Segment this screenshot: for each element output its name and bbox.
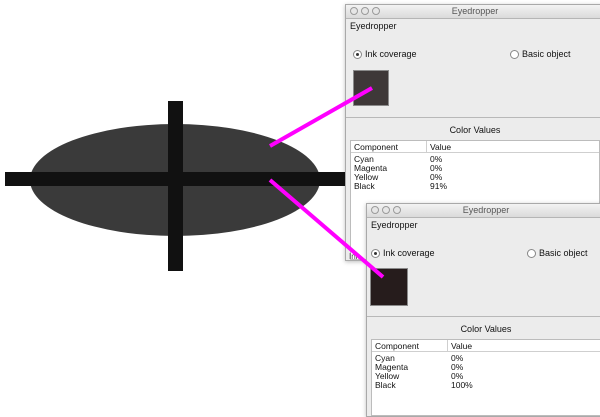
- ink-coverage-label: Ink coverage: [383, 248, 435, 258]
- component-column-header[interactable]: Component: [354, 142, 398, 152]
- value-cell: 100%: [451, 380, 473, 390]
- ink-coverage-radio[interactable]: Ink coverage: [353, 49, 417, 59]
- column-divider: [447, 340, 448, 351]
- divider: [367, 316, 600, 317]
- table-row: Cyan 0%: [351, 154, 599, 164]
- component-column-header[interactable]: Component: [375, 341, 419, 351]
- panel-label: Eyedropper: [371, 220, 418, 230]
- titlebar[interactable]: Eyedropper: [367, 204, 600, 218]
- table-row: Magenta 0%: [372, 362, 600, 372]
- table-row: Black 100%: [372, 380, 600, 390]
- table-row: Yellow 0%: [351, 172, 599, 182]
- basic-object-radio[interactable]: Basic object: [527, 248, 588, 258]
- panel-label: Eyedropper: [350, 21, 397, 31]
- crosshair-horizontal-bar: [5, 172, 345, 186]
- radio-selected-icon: [353, 49, 362, 59]
- table-header: Component Value: [351, 141, 599, 153]
- color-values-heading: Color Values: [460, 324, 512, 334]
- color-values-heading: Color Values: [449, 125, 501, 135]
- value-column-header[interactable]: Value: [430, 142, 451, 152]
- radio-unselected-icon: [527, 248, 536, 258]
- color-values-table: Component Value Cyan 0% Magenta 0% Yello…: [371, 339, 600, 416]
- ink-coverage-radio[interactable]: Ink coverage: [371, 248, 435, 258]
- table-row: Cyan 0%: [372, 353, 600, 363]
- radio-unselected-icon: [510, 49, 519, 59]
- basic-object-label: Basic object: [539, 248, 588, 258]
- window-title: Eyedropper: [451, 6, 499, 16]
- component-cell: Black: [375, 380, 396, 390]
- radio-selected-icon: [371, 248, 380, 258]
- color-swatch: [370, 268, 408, 306]
- table-row: Yellow 0%: [372, 371, 600, 381]
- partial-radio-label: Ink: [349, 252, 360, 261]
- value-column-header[interactable]: Value: [451, 341, 472, 351]
- table-header: Component Value: [372, 340, 600, 352]
- value-cell: 91%: [430, 181, 448, 191]
- window-title: Eyedropper: [462, 205, 510, 215]
- ink-coverage-label: Ink coverage: [365, 49, 417, 59]
- table-row: Black 91%: [351, 181, 599, 191]
- divider: [346, 117, 600, 118]
- basic-object-radio[interactable]: Basic object: [510, 49, 571, 59]
- component-cell: Black: [354, 181, 375, 191]
- basic-object-label: Basic object: [522, 49, 571, 59]
- color-swatch: [353, 70, 389, 106]
- titlebar[interactable]: Eyedropper: [346, 5, 600, 19]
- column-divider: [426, 141, 427, 152]
- table-row: Magenta 0%: [351, 163, 599, 173]
- eyedropper-window-front: Eyedropper Eyedropper Ink coverage Basic…: [366, 203, 600, 417]
